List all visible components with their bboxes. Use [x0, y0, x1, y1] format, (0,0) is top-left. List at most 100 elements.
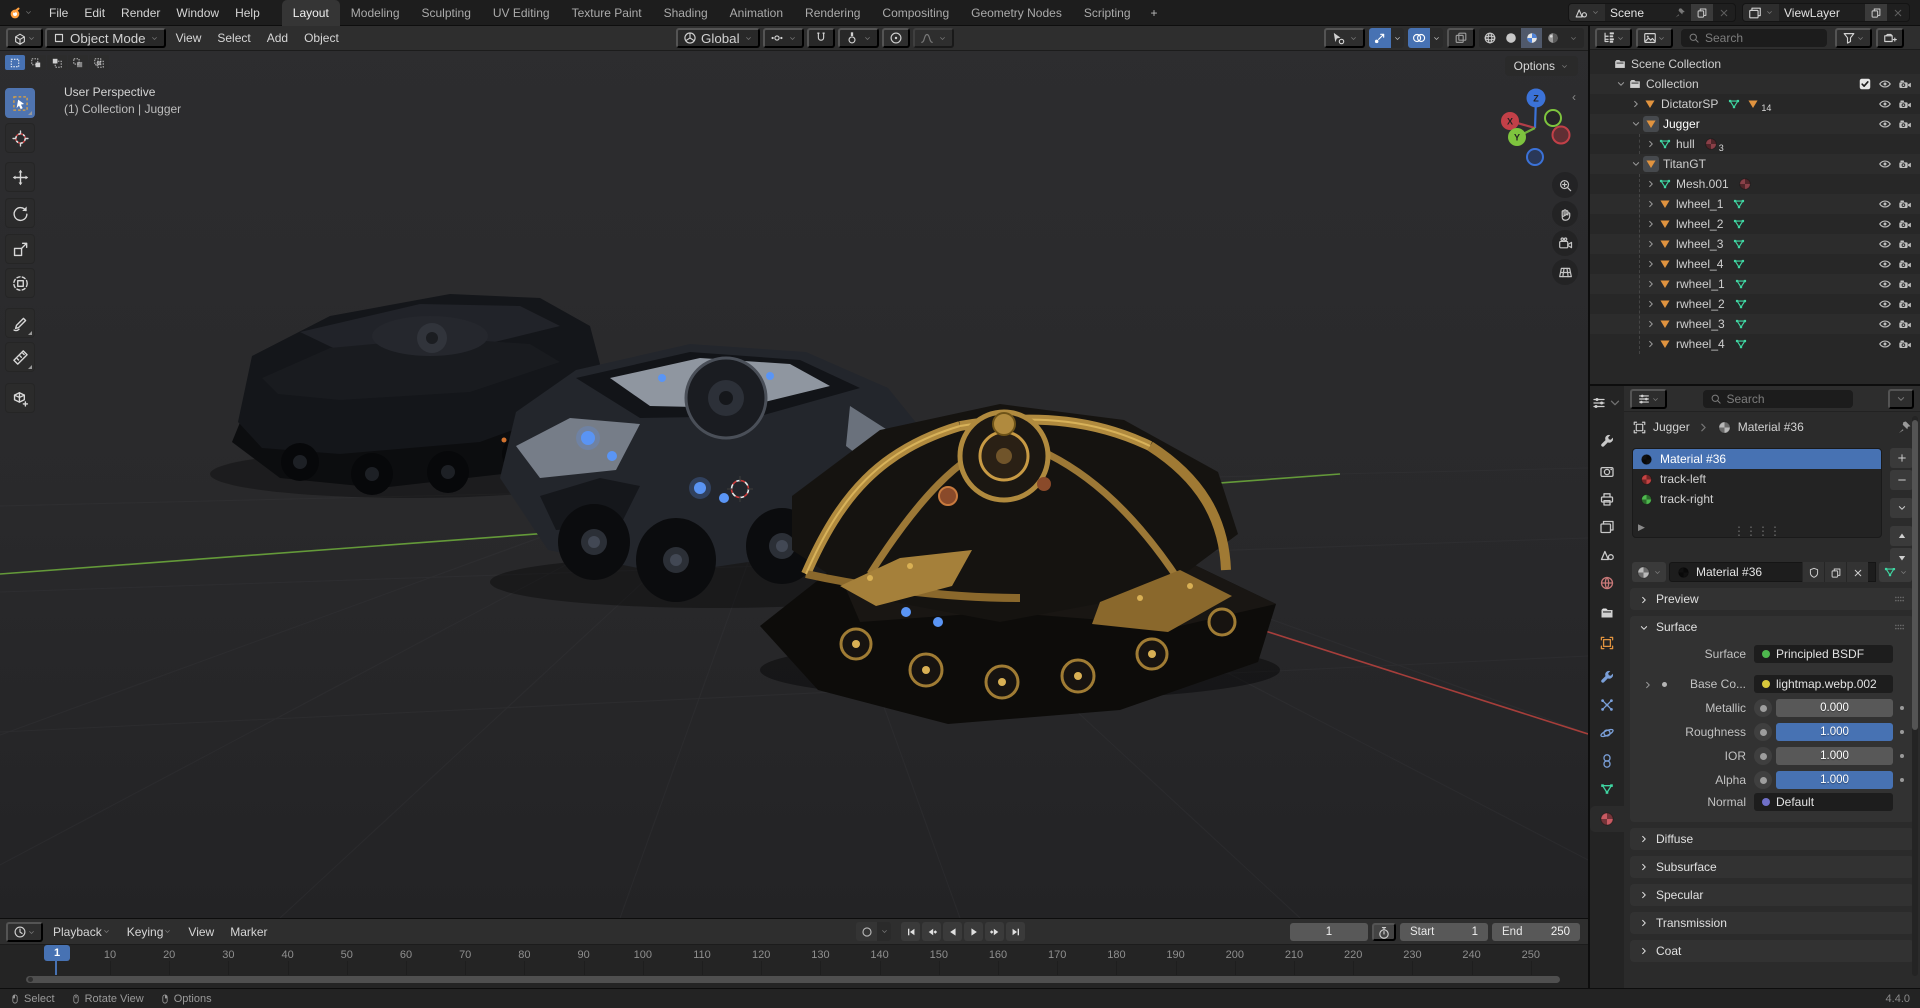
current-frame-field[interactable]: 1 — [1290, 923, 1368, 941]
properties-tab-constraints[interactable] — [1590, 748, 1624, 774]
workspace-tab-layout[interactable]: Layout — [282, 0, 340, 26]
outliner-row-jugger[interactable]: Jugger — [1590, 114, 1920, 134]
transform-orientation-dropdown[interactable]: Global — [676, 28, 760, 48]
roughness-decorator[interactable] — [1754, 723, 1772, 741]
workspace-tab-sculpting[interactable]: Sculpting — [411, 0, 482, 26]
properties-tab-render[interactable] — [1590, 458, 1624, 484]
shading-wireframe-button[interactable] — [1479, 28, 1500, 48]
timeline-menu-marker[interactable]: Marker — [222, 922, 275, 942]
playhead[interactable]: 1 — [44, 945, 70, 961]
pin-id-button[interactable] — [1897, 419, 1912, 434]
tool-select-box[interactable] — [5, 88, 35, 118]
expand-arrow-icon[interactable] — [1643, 138, 1658, 150]
tool-add-cube[interactable] — [5, 383, 35, 413]
viewport-menu-add[interactable]: Add — [259, 28, 296, 48]
jump-end-button[interactable] — [1006, 922, 1025, 941]
timeline-ruler[interactable]: 1 10203040506070809010011012013014015016… — [0, 945, 1588, 989]
material-name-field[interactable]: Material #36 — [1669, 562, 1876, 582]
proportional-falloff-dropdown[interactable] — [913, 28, 954, 48]
zoom-button[interactable] — [1552, 172, 1578, 198]
alpha-slider[interactable]: 1.000 — [1776, 771, 1893, 789]
outliner-search-input[interactable]: Search — [1681, 29, 1827, 47]
expand-arrow-icon[interactable] — [1643, 198, 1658, 210]
overlays-toggle[interactable] — [1408, 28, 1443, 48]
scene-selector[interactable]: Scene — [1568, 3, 1736, 22]
properties-tab-view-layer[interactable] — [1590, 514, 1624, 540]
breadcrumb-object[interactable]: Jugger — [1653, 420, 1690, 434]
workspace-tab-animation[interactable]: Animation — [719, 0, 794, 26]
browse-material-button[interactable] — [1632, 562, 1666, 582]
outliner-row-dictatorsp[interactable]: DictatorSP14 — [1590, 94, 1920, 114]
slot-specials-button[interactable] — [1890, 498, 1913, 518]
timeline-scrollbar[interactable] — [26, 976, 1560, 983]
properties-tab-physics[interactable] — [1590, 720, 1624, 746]
gizmos-toggle[interactable] — [1369, 28, 1404, 48]
next-keyframe-button[interactable] — [985, 922, 1004, 941]
disable-in-renders-toggle[interactable] — [1898, 77, 1912, 92]
expand-arrow-icon[interactable] — [1643, 338, 1658, 350]
disable-in-renders-toggle[interactable] — [1898, 117, 1912, 132]
select-mode-set[interactable] — [5, 55, 25, 70]
select-mode-subtract[interactable] — [47, 55, 67, 70]
tool-annotate[interactable] — [5, 308, 35, 338]
metallic-decorator[interactable] — [1754, 699, 1772, 717]
hide-in-viewport-toggle[interactable] — [1878, 117, 1892, 132]
disable-in-renders-toggle[interactable] — [1898, 257, 1912, 272]
snap-toggle[interactable] — [807, 28, 835, 48]
shading-material-preview-button[interactable] — [1521, 28, 1542, 48]
tool-cursor[interactable] — [5, 123, 35, 153]
scene-browse-button[interactable] — [1569, 4, 1605, 21]
tool-scale[interactable] — [5, 234, 35, 264]
outliner[interactable]: Search Scene CollectionCollectionDictato… — [1590, 26, 1920, 386]
disable-in-renders-toggle[interactable] — [1898, 157, 1912, 172]
properties-tab-object-data[interactable] — [1590, 776, 1624, 802]
outliner-row-scene-collection[interactable]: Scene Collection — [1590, 54, 1920, 74]
tool-move[interactable] — [5, 162, 35, 192]
timeline-menu-view[interactable]: View — [180, 922, 222, 942]
workspace-tab-shading[interactable]: Shading — [653, 0, 719, 26]
hide-in-viewport-toggle[interactable] — [1878, 277, 1892, 292]
slot-list-grip[interactable]: ⋮⋮⋮⋮ — [1632, 524, 1882, 538]
transmission-panel[interactable]: Transmission — [1630, 912, 1914, 934]
normal-field[interactable]: Default — [1754, 793, 1893, 811]
remove-viewlayer-button[interactable] — [1887, 4, 1909, 21]
fake-user-button[interactable] — [1802, 562, 1824, 582]
viewlayer-browse-button[interactable] — [1743, 4, 1779, 21]
hide-in-viewport-toggle[interactable] — [1878, 317, 1892, 332]
pan-button[interactable] — [1552, 201, 1578, 227]
viewport-menu-select[interactable]: Select — [209, 28, 258, 48]
hide-in-viewport-toggle[interactable] — [1878, 97, 1892, 112]
play-button[interactable] — [964, 922, 983, 941]
material-slot-track-left[interactable]: track-left — [1633, 469, 1881, 489]
expand-arrow-icon[interactable] — [1643, 218, 1658, 230]
workspace-tab-texture-paint[interactable]: Texture Paint — [561, 0, 653, 26]
workspace-tab-compositing[interactable]: Compositing — [871, 0, 960, 26]
disable-in-renders-toggle[interactable] — [1898, 277, 1912, 292]
properties-tab-object[interactable] — [1590, 630, 1624, 656]
frame-end-field[interactable]: End250 — [1492, 923, 1580, 941]
tool-measure[interactable] — [5, 342, 35, 372]
timeline-editor-type-button[interactable] — [6, 922, 43, 942]
disable-in-renders-toggle[interactable] — [1898, 97, 1912, 112]
workspace-tab-modeling[interactable]: Modeling — [340, 0, 411, 26]
camera-view-button[interactable] — [1552, 230, 1578, 256]
expand-arrow-icon[interactable] — [1613, 78, 1628, 90]
disable-in-renders-toggle[interactable] — [1898, 217, 1912, 232]
disable-in-renders-toggle[interactable] — [1898, 297, 1912, 312]
timeline[interactable]: PlaybackKeyingViewMarker 1 Start1 End250… — [0, 918, 1588, 988]
disable-in-renders-toggle[interactable] — [1898, 237, 1912, 252]
properties-tab-scene[interactable] — [1590, 542, 1624, 568]
properties-tab-tool[interactable] — [1590, 428, 1624, 454]
diffuse-panel[interactable]: Diffuse — [1630, 828, 1914, 850]
material-slot-material-36[interactable]: Material #36 — [1633, 449, 1881, 469]
viewlayer-selector[interactable]: ViewLayer — [1742, 3, 1910, 22]
outliner-editor-type-button[interactable] — [1595, 28, 1632, 48]
copy-material-button[interactable] — [1824, 562, 1846, 582]
animate-property-dot[interactable] — [1900, 778, 1904, 782]
hide-in-viewport-toggle[interactable] — [1878, 237, 1892, 252]
hide-in-viewport-toggle[interactable] — [1878, 257, 1892, 272]
expand-arrow-icon[interactable] — [1643, 278, 1658, 290]
properties-tab-particles[interactable] — [1590, 692, 1624, 718]
hide-in-viewport-toggle[interactable] — [1878, 77, 1892, 92]
select-mode-intersect[interactable] — [89, 55, 109, 70]
